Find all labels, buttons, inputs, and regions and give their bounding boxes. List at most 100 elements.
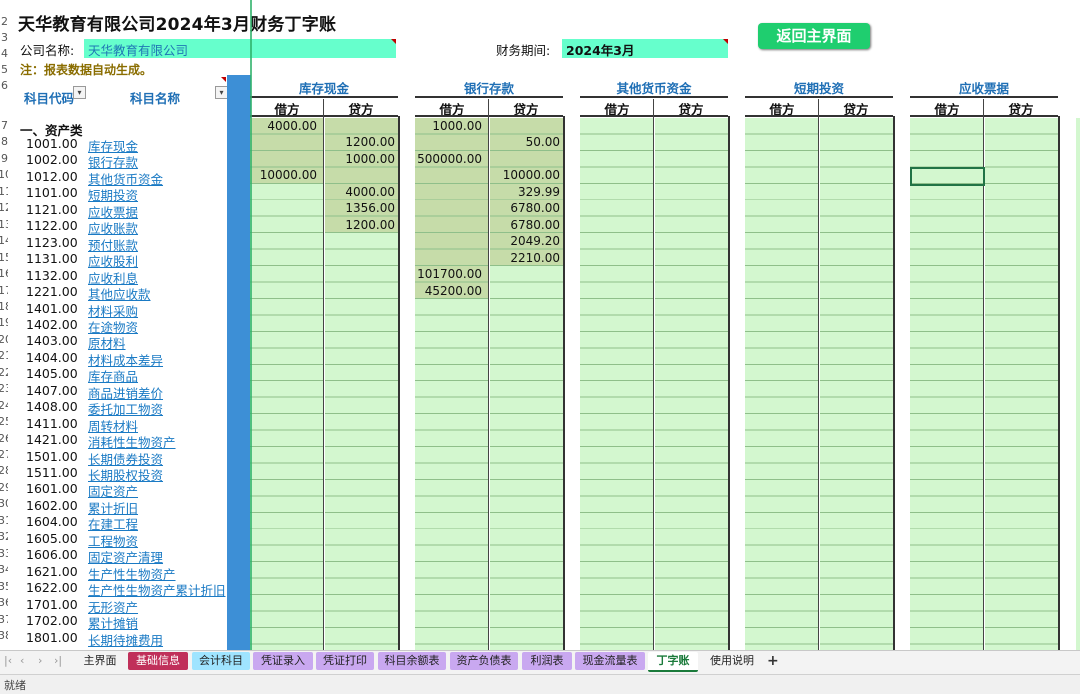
account-row[interactable]: 1121.00 应收票据 [0,202,226,220]
prev-sheet-icon[interactable]: ‹ [20,654,24,667]
account-code: 1122.00 [26,218,78,234]
period-value[interactable]: 2024年3月 [566,40,635,59]
credit-cell[interactable]: 10000.00 [490,167,563,184]
account-row[interactable]: 1123.00 预付账款 [0,235,226,253]
account-row[interactable]: 1501.00 长期债券投资 [0,449,226,467]
credit-cell[interactable]: 2049.20 [490,233,563,250]
sheet-tab[interactable]: 使用说明 [701,652,763,670]
account-code: 1621.00 [26,563,78,579]
sheet-tab[interactable]: 主界面 [73,652,127,670]
account-code: 1401.00 [26,300,78,316]
account-row[interactable]: 1408.00 委托加工物资 [0,399,226,417]
account-code: 1001.00 [26,136,78,151]
debit-cell[interactable]: 101700.00 [415,266,485,283]
credit-cell[interactable]: 329.99 [490,184,563,201]
sheet-tab[interactable]: 现金流量表 [575,652,645,670]
comment-marker-icon [723,39,728,44]
account-row[interactable]: 1001.00 库存现金 [0,136,226,154]
account-code: 1101.00 [26,185,78,201]
sheet-tab[interactable]: 丁字账 [648,652,698,672]
account-row[interactable]: 1801.00 长期待摊费用 [0,630,226,649]
next-sheet-icon[interactable]: › [38,654,42,667]
account-row[interactable]: 1701.00 无形资产 [0,597,226,615]
sheet-tab[interactable]: 会计科目 [192,652,250,670]
credit-header: 贷方 [348,102,374,117]
credit-cell[interactable]: 6780.00 [490,217,563,234]
sheet-tab[interactable]: 基础信息 [128,652,188,670]
account-row[interactable]: 1132.00 应收利息 [0,268,226,286]
credit-cell[interactable]: 6780.00 [490,200,563,217]
section-title: 库存现金 [298,81,349,96]
account-row[interactable]: 1622.00 生产性生物资产累计折旧 [0,580,226,598]
account-row[interactable]: 1122.00 应收账款 [0,218,226,236]
account-code: 1012.00 [26,168,78,184]
first-sheet-icon[interactable]: |‹ [4,654,12,667]
sheet-tab[interactable]: 科目余额表 [378,652,446,670]
account-row[interactable]: 1401.00 材料采购 [0,300,226,319]
sheet-tab[interactable]: 利润表 [522,652,572,670]
sheet-tab[interactable]: 凭证录入 [253,652,313,670]
credit-header: 贷方 [1008,102,1034,117]
filter-dropdown-icon[interactable]: ▾ [73,86,86,99]
row-lines [250,118,323,650]
account-row[interactable]: 1421.00 消耗性生物资产 [0,432,226,450]
row-number: 7 [1,119,8,132]
sheet-tab[interactable]: 资产负债表 [450,652,518,670]
credit-cell[interactable]: 1200.00 [325,217,398,234]
last-sheet-icon[interactable]: ›| [54,654,62,667]
account-row[interactable]: 1602.00 累计折旧 [0,498,226,516]
account-row[interactable]: 1601.00 固定资产 [0,481,226,499]
account-name-link[interactable]: 长期待摊费用 [88,630,163,649]
debit-cell[interactable]: 4000.00 [250,118,320,135]
account-row[interactable]: 1407.00 商品进销差价 [0,383,226,401]
account-row[interactable]: 1702.00 累计摊销 [0,613,226,631]
period-label: 财务期间: [496,43,551,58]
credit-cell[interactable]: 2210.00 [490,250,563,267]
selected-cell[interactable] [910,167,985,186]
debit-cell[interactable]: 1000.00 [415,118,485,135]
credit-cell[interactable]: 1356.00 [325,200,398,217]
add-sheet-button[interactable]: + [767,653,779,669]
account-row[interactable]: 1404.00 材料成本差异 [0,350,226,368]
account-row[interactable]: 1606.00 固定资产清理 [0,547,226,565]
account-row[interactable]: 1403.00 原材料 [0,333,226,351]
company-value[interactable]: 天华教育有限公司 [88,40,188,59]
row-number: 6 [1,79,8,93]
account-code: 1606.00 [26,547,78,563]
return-main-button[interactable]: 返回主界面 [758,23,870,49]
account-row[interactable]: 1604.00 在建工程 [0,514,226,532]
account-code-header: 科目代码 [24,91,75,106]
status-bar: 就绪 [0,674,1080,694]
account-row[interactable]: 1511.00 长期股权投资 [0,465,226,483]
row-lines [655,118,728,650]
account-code: 1402.00 [26,316,78,332]
account-row[interactable]: 1405.00 库存商品 [0,366,226,384]
credit-cell[interactable]: 50.00 [490,134,563,151]
header-underline [415,115,563,117]
account-row[interactable]: 1621.00 生产性生物资产 [0,563,226,582]
section-right-border [563,116,565,650]
account-row[interactable]: 1402.00 在途物资 [0,316,226,335]
account-code: 1604.00 [26,514,78,530]
debit-header: 借方 [604,102,630,117]
sheet-tab[interactable]: 凭证打印 [316,652,374,670]
section-underline [745,96,893,98]
frozen-pane-divider [227,75,251,650]
credit-cell[interactable]: 1000.00 [325,151,398,168]
debit-cell[interactable]: 10000.00 [250,167,320,184]
credit-cell[interactable]: 1200.00 [325,134,398,151]
section-title: 银行存款 [463,81,514,96]
account-row[interactable]: 1012.00 其他货币资金 [0,168,226,187]
debit-cell[interactable]: 45200.00 [415,283,485,300]
account-row[interactable]: 1411.00 周转材料 [0,416,226,434]
freeze-line [250,0,252,650]
credit-cell[interactable]: 4000.00 [325,184,398,201]
account-code: 1221.00 [26,284,78,300]
debit-cell[interactable]: 500000.00 [415,151,485,168]
account-row[interactable]: 1605.00 工程物资 [0,531,226,549]
account-row[interactable]: 1131.00 应收股利 [0,251,226,269]
account-row[interactable]: 1221.00 其他应收款 [0,284,226,302]
section-underline [910,96,1058,98]
account-row[interactable]: 1002.00 银行存款 [0,152,226,170]
account-row[interactable]: 1101.00 短期投资 [0,185,226,203]
